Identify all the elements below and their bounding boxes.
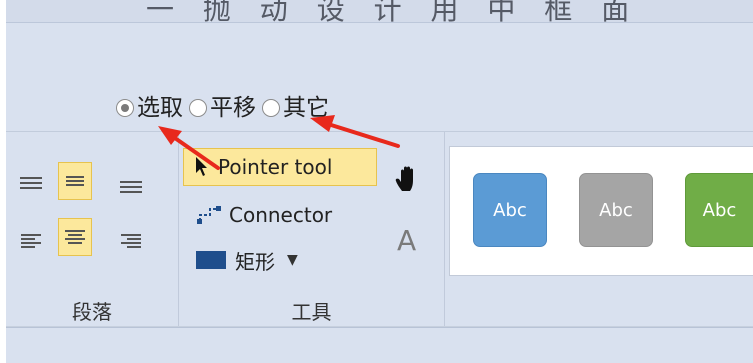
arrow-cursor-icon bbox=[184, 156, 218, 178]
radio-button-unchecked[interactable] bbox=[262, 99, 280, 117]
tools-group: Pointer tool Connector 矩形 ▼ A 工具 bbox=[179, 132, 445, 327]
radio-button-checked[interactable] bbox=[116, 99, 134, 117]
shape-label: 矩形 bbox=[235, 249, 275, 274]
pointer-tool-label: Pointer tool bbox=[218, 155, 333, 179]
radio-button-unchecked[interactable] bbox=[189, 99, 207, 117]
hand-icon[interactable] bbox=[393, 164, 423, 194]
align-right-button[interactable] bbox=[114, 222, 148, 260]
align-left-button[interactable] bbox=[14, 222, 48, 260]
radio-option-other[interactable]: 其它 bbox=[262, 94, 329, 121]
window-title: 一 抛 动 设 计 用 中 框 面 bbox=[146, 0, 640, 23]
align-bottom-right-button[interactable] bbox=[114, 168, 148, 206]
style-swatch-blue[interactable]: Abc bbox=[473, 173, 547, 247]
radio-label-other: 其它 bbox=[283, 94, 329, 121]
connector-tool-button[interactable]: Connector bbox=[195, 198, 332, 232]
align-center-button[interactable] bbox=[58, 218, 92, 256]
mode-radio-group: 选取 平移 其它 bbox=[116, 90, 335, 126]
align-middle-center-button[interactable] bbox=[58, 162, 92, 200]
radio-label-pan: 平移 bbox=[210, 94, 256, 121]
shape-tool-dropdown[interactable]: 矩形 ▼ bbox=[195, 242, 298, 278]
text-tool-icon[interactable]: A bbox=[397, 224, 416, 257]
align-top-left-icon bbox=[20, 177, 42, 189]
style-swatch-label: Abc bbox=[702, 199, 737, 221]
connector-icon bbox=[195, 205, 223, 225]
title-bar: 一 抛 动 设 计 用 中 框 面 bbox=[6, 0, 753, 23]
style-swatch-green[interactable]: Abc bbox=[685, 173, 753, 247]
radio-option-select[interactable]: 选取 bbox=[116, 94, 183, 121]
align-center-icon bbox=[66, 176, 84, 186]
rectangle-icon bbox=[195, 251, 227, 269]
tools-group-caption: 工具 bbox=[291, 300, 332, 324]
align-top-left-button[interactable] bbox=[14, 164, 48, 202]
radio-option-pan[interactable]: 平移 bbox=[189, 94, 256, 121]
paragraph-group: 段落 bbox=[6, 132, 179, 327]
app-window: 一 抛 动 设 计 用 中 框 面 选取 平移 其它 段落 Pointer to… bbox=[6, 0, 753, 363]
radio-label-select: 选取 bbox=[137, 94, 183, 121]
align-center-icon bbox=[65, 230, 85, 244]
style-swatch-label: Abc bbox=[493, 199, 527, 221]
pointer-tool-button[interactable]: Pointer tool bbox=[183, 148, 377, 186]
style-gallery: Abc Abc Abc bbox=[449, 146, 753, 276]
align-left-icon bbox=[21, 234, 41, 248]
align-bottom-icon bbox=[120, 181, 142, 193]
connector-label: Connector bbox=[229, 203, 333, 227]
chevron-down-icon: ▼ bbox=[287, 252, 298, 268]
align-right-icon bbox=[121, 234, 141, 248]
style-swatch-label: Abc bbox=[599, 199, 633, 221]
status-separator bbox=[6, 326, 753, 327]
style-swatch-gray[interactable]: Abc bbox=[579, 173, 653, 247]
paragraph-group-caption: 段落 bbox=[72, 300, 112, 324]
